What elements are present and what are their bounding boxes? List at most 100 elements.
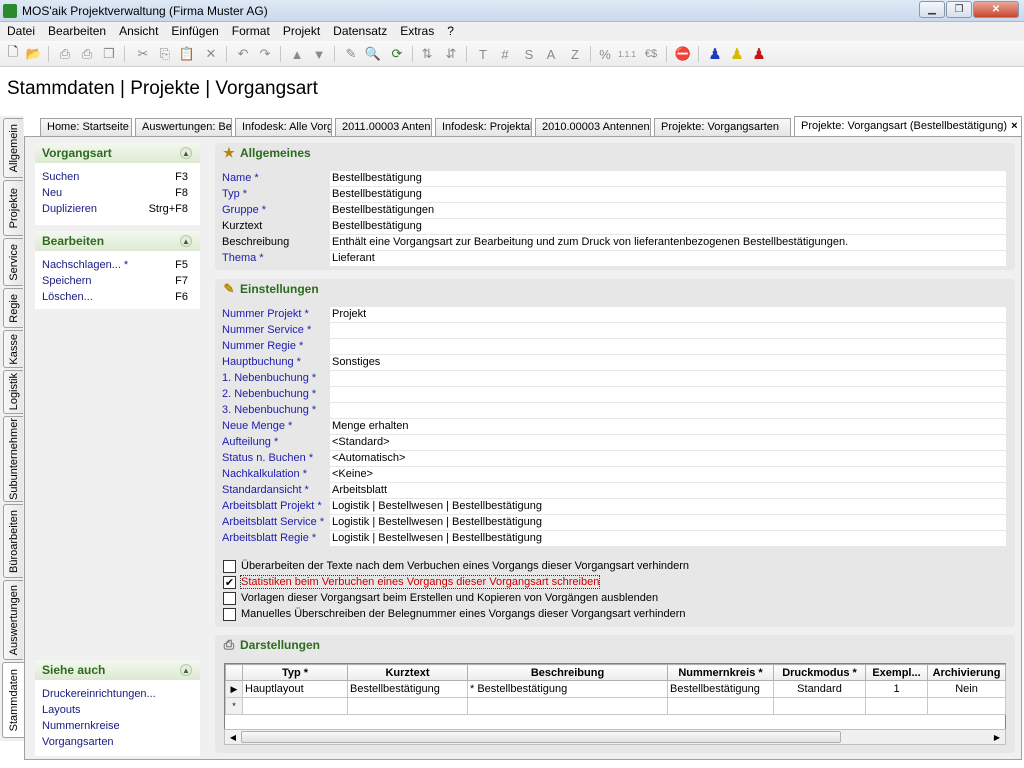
copy-icon[interactable]: ⎘ — [156, 45, 174, 63]
checkbox-box[interactable]: ✔ — [223, 575, 236, 589]
gruppe-field[interactable]: Bestellbestätigungen — [330, 203, 1006, 218]
nummer-service-field[interactable] — [330, 323, 1006, 338]
numbering-icon[interactable]: 1.1.1 — [618, 45, 636, 63]
thema-field[interactable]: Lieferant — [330, 251, 1006, 266]
close-window-button[interactable]: ✕ — [973, 1, 1019, 18]
column-header[interactable]: Nummernkreis * — [667, 664, 774, 681]
paste-icon[interactable]: 📋 — [178, 45, 196, 63]
cell-kurztext[interactable]: Bestellbestätigung — [347, 680, 468, 698]
link-layouts[interactable]: Layouts — [42, 704, 188, 718]
action-nachschlagen[interactable]: Nachschlagen... * F5 — [42, 259, 188, 273]
disconnect-icon[interactable]: ⛔ — [674, 45, 692, 63]
percent-icon[interactable]: % — [596, 45, 614, 63]
print-icon[interactable]: ⎙ — [56, 45, 74, 63]
neue-menge-field[interactable]: Menge erhalten — [330, 419, 1006, 434]
close-tab-icon[interactable]: × — [1011, 120, 1017, 132]
side-tab-projekte[interactable]: Projekte — [3, 180, 23, 236]
panel-siehe-auch-header[interactable]: Siehe auch ▲ — [35, 660, 200, 680]
cell-archivierung[interactable]: Nein — [927, 680, 1006, 698]
checkbox-statistiken-schreiben[interactable]: ✔ Statistiken beim Verbuchen eines Vorgan… — [223, 575, 601, 589]
column-header[interactable]: Archivierung — [927, 664, 1006, 681]
column-header[interactable]: Druckmodus * — [773, 664, 866, 681]
column-header[interactable]: Kurztext — [347, 664, 468, 681]
name-field[interactable]: Bestellbestätigung — [330, 171, 1006, 186]
arbeitsblatt-projekt-field[interactable]: Logistik | Bestellwesen | Bestellbestäti… — [330, 499, 1006, 514]
move-down-icon[interactable]: ▼ — [310, 45, 328, 63]
arbeitsblatt-service-field[interactable]: Logistik | Bestellwesen | Bestellbestäti… — [330, 515, 1006, 530]
horizontal-scrollbar[interactable]: ◀ ▶ — [224, 729, 1006, 745]
tab-infodesk-projekt[interactable]: Infodesk: Projektal — [435, 118, 532, 136]
action-suchen[interactable]: Suchen F3 — [42, 171, 188, 185]
hash-icon[interactable]: # — [496, 45, 514, 63]
minimize-button[interactable]: ▁ — [919, 1, 945, 18]
side-tab-bueroarbeiten[interactable]: Büroarbeiten — [3, 504, 23, 578]
puzzle-yellow-icon[interactable]: ♟ — [728, 45, 746, 63]
collapse-icon[interactable]: ▲ — [180, 147, 192, 159]
text-format-icon[interactable]: T — [474, 45, 492, 63]
cell-typ[interactable]: Hauptlayout — [242, 680, 348, 698]
puzzle-red-icon[interactable]: ♟ — [750, 45, 768, 63]
nebenbuchung-3-field[interactable] — [330, 403, 1006, 418]
standardansicht-field[interactable]: Arbeitsblatt — [330, 483, 1006, 498]
action-neu[interactable]: Neu F8 — [42, 187, 188, 201]
row-selector[interactable]: ▶ — [225, 680, 243, 698]
menu-einfuegen[interactable]: Einfügen — [164, 22, 224, 41]
checkbox-belegnummer-verhindern[interactable]: Manuelles Überschreiben der Belegnummer … — [223, 607, 686, 621]
column-header[interactable]: Typ * — [242, 664, 348, 681]
collapse-icon[interactable]: ▲ — [180, 664, 192, 676]
arbeitsblatt-regie-field[interactable]: Logistik | Bestellwesen | Bestellbestäti… — [330, 531, 1006, 546]
tab-auswertungen[interactable]: Auswertungen: Be — [135, 118, 232, 136]
cell-exemplare[interactable]: 1 — [865, 680, 928, 698]
checkbox-vorlagen-ausblenden[interactable]: Vorlagen dieser Vorgangsart beim Erstell… — [223, 591, 658, 605]
menu-help[interactable]: ? — [440, 22, 460, 41]
panel-bearbeiten-header[interactable]: Bearbeiten ▲ — [35, 231, 200, 251]
menu-projekt[interactable]: Projekt — [276, 22, 326, 41]
action-speichern[interactable]: Speichern F7 — [42, 275, 188, 289]
nummer-regie-field[interactable] — [330, 339, 1006, 354]
aufteilung-field[interactable]: <Standard> — [330, 435, 1006, 450]
action-loeschen[interactable]: Löschen... F6 — [42, 291, 188, 305]
panel-vorgangsart-header[interactable]: Vorgangsart ▲ — [35, 143, 200, 163]
undo-icon[interactable]: ↶ — [234, 45, 252, 63]
menu-format[interactable]: Format — [225, 22, 276, 41]
new-row[interactable]: * — [225, 697, 1006, 715]
copy-doc-icon[interactable]: ❐ — [100, 45, 118, 63]
checkbox-box[interactable] — [223, 591, 236, 605]
s-icon[interactable]: S — [520, 45, 538, 63]
menu-extras[interactable]: Extras — [393, 22, 440, 41]
search-icon[interactable]: 🔍 — [364, 45, 382, 63]
checkbox-texte-verhindern[interactable]: Überarbeiten der Texte nach dem Verbuche… — [223, 559, 689, 573]
table-row[interactable]: ▶ Hauptlayout Bestellbestätigung * Beste… — [225, 680, 1006, 698]
menu-datensatz[interactable]: Datensatz — [326, 22, 393, 41]
side-tab-auswertungen[interactable]: Auswertungen — [3, 580, 23, 660]
delete-icon[interactable]: ✕ — [202, 45, 220, 63]
move-up-icon[interactable]: ▲ — [288, 45, 306, 63]
scroll-left-icon[interactable]: ◀ — [226, 731, 240, 743]
puzzle-blue-icon[interactable]: ♟ — [706, 45, 724, 63]
currency-icon[interactable]: €$ — [642, 45, 660, 63]
edit-icon[interactable]: ✎ — [342, 45, 360, 63]
side-tab-subunternehmer[interactable]: Subunternehmer — [3, 416, 23, 502]
open-folder-icon[interactable]: 📂 — [25, 45, 43, 63]
print-preview-icon[interactable]: ⎙ — [78, 45, 96, 63]
redo-icon[interactable]: ↷ — [256, 45, 274, 63]
cell-nummernkreis[interactable]: Bestellbestätigung — [667, 680, 774, 698]
side-tab-service[interactable]: Service — [3, 238, 23, 286]
cut-icon[interactable]: ✂ — [134, 45, 152, 63]
tab-2010-00003[interactable]: 2010.00003 Antennen — [535, 118, 651, 136]
tab-vorgangsart-active[interactable]: Projekte: Vorgangsart (Bestellbestätigun… — [794, 116, 1022, 136]
cell-beschreibung[interactable]: * Bestellbestätigung — [467, 680, 668, 698]
kurztext-field[interactable]: Bestellbestätigung — [330, 219, 1006, 234]
beschreibung-field[interactable]: Enthält eine Vorgangsart zur Bearbeitung… — [330, 235, 1006, 250]
column-header[interactable]: Beschreibung — [467, 664, 668, 681]
collapse-icon[interactable]: ▲ — [180, 235, 192, 247]
side-tab-logistik[interactable]: Logistik — [3, 370, 23, 414]
typ-field[interactable]: Bestellbestätigung — [330, 187, 1006, 202]
tab-2011-00003[interactable]: 2011.00003 Anten — [335, 118, 432, 136]
scroll-right-icon[interactable]: ▶ — [990, 731, 1004, 743]
column-header[interactable]: Exempl... — [865, 664, 928, 681]
link-vorgangsarten[interactable]: Vorgangsarten — [42, 736, 188, 750]
side-tab-kasse[interactable]: Kasse — [3, 330, 23, 368]
tab-vorgangsarten[interactable]: Projekte: Vorgangsarten — [654, 118, 791, 136]
new-document-icon[interactable]: 🗋 — [4, 44, 22, 63]
